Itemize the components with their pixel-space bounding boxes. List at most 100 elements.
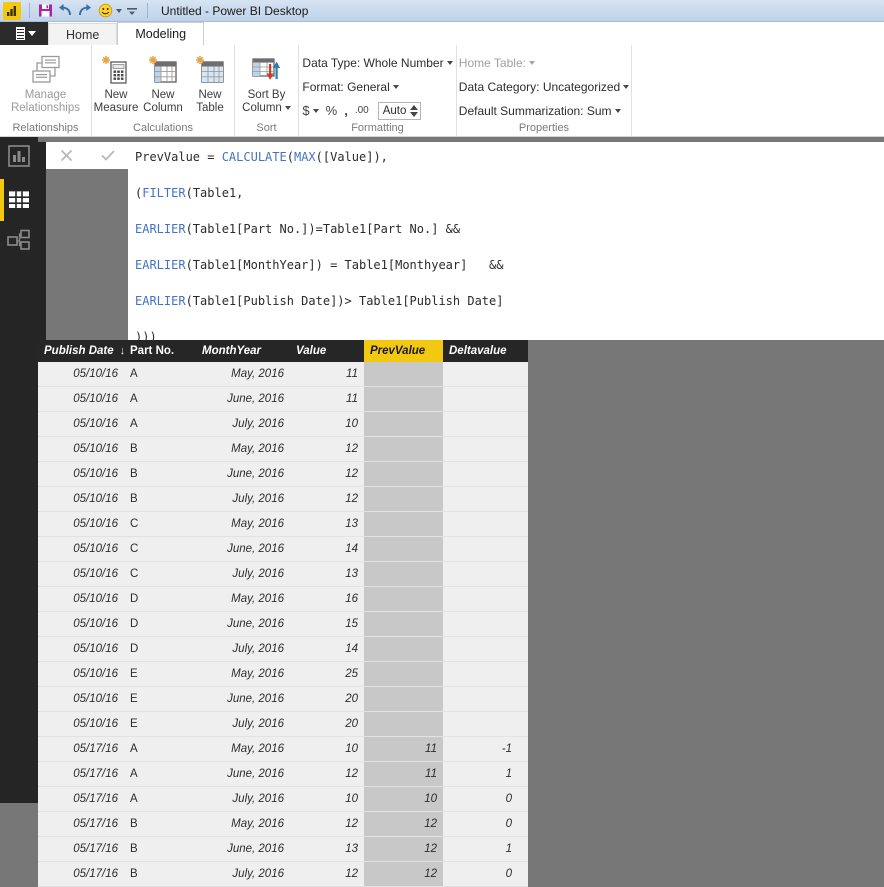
thousands-separator-icon[interactable]: , bbox=[344, 103, 348, 118]
table-row[interactable]: 05/17/16 A June, 2016 12 11 1 bbox=[38, 762, 528, 787]
cell-delta-value[interactable] bbox=[443, 412, 518, 436]
cell-value[interactable]: 13 bbox=[290, 562, 364, 586]
save-icon[interactable] bbox=[35, 1, 55, 20]
cell-prev-value[interactable] bbox=[364, 462, 443, 486]
cell-prev-value[interactable] bbox=[364, 712, 443, 736]
cell-publish-date[interactable]: 05/17/16 bbox=[38, 787, 124, 811]
table-row[interactable]: 05/10/16 A May, 2016 11 bbox=[38, 362, 528, 387]
cell-part-no[interactable]: B bbox=[124, 437, 196, 461]
stepper-arrows[interactable] bbox=[410, 104, 419, 117]
new-table-button[interactable]: New Table bbox=[187, 48, 234, 115]
table-row[interactable]: 05/10/16 B June, 2016 12 bbox=[38, 462, 528, 487]
cell-prev-value[interactable] bbox=[364, 637, 443, 661]
cell-prev-value[interactable] bbox=[364, 512, 443, 536]
cell-value[interactable]: 10 bbox=[290, 412, 364, 436]
cell-value[interactable]: 14 bbox=[290, 637, 364, 661]
feedback-smiley-icon[interactable] bbox=[95, 1, 115, 20]
cell-prev-value[interactable] bbox=[364, 612, 443, 636]
cell-value[interactable]: 10 bbox=[290, 787, 364, 811]
table-row[interactable]: 05/17/16 A July, 2016 10 10 0 bbox=[38, 787, 528, 812]
column-header-month-year[interactable]: MonthYear bbox=[196, 340, 290, 362]
cell-value[interactable]: 15 bbox=[290, 612, 364, 636]
cell-prev-value[interactable] bbox=[364, 437, 443, 461]
column-header-delta-value[interactable]: Deltavalue bbox=[443, 340, 518, 362]
cell-part-no[interactable]: C bbox=[124, 537, 196, 561]
cell-publish-date[interactable]: 05/10/16 bbox=[38, 362, 124, 386]
table-row[interactable]: 05/10/16 C June, 2016 14 bbox=[38, 537, 528, 562]
cell-part-no[interactable]: B bbox=[124, 812, 196, 836]
cell-month-year[interactable]: July, 2016 bbox=[196, 712, 290, 736]
file-menu-button[interactable] bbox=[0, 22, 48, 45]
cell-month-year[interactable]: June, 2016 bbox=[196, 837, 290, 861]
cell-month-year[interactable]: May, 2016 bbox=[196, 812, 290, 836]
cell-delta-value[interactable] bbox=[443, 437, 518, 461]
cell-month-year[interactable]: June, 2016 bbox=[196, 462, 290, 486]
table-row[interactable]: 05/17/16 B June, 2016 13 12 1 bbox=[38, 837, 528, 862]
cell-value[interactable]: 20 bbox=[290, 712, 364, 736]
currency-format-icon[interactable]: $ bbox=[302, 103, 319, 118]
cell-prev-value[interactable]: 11 bbox=[364, 762, 443, 786]
table-row[interactable]: 05/17/16 B July, 2016 12 12 0 bbox=[38, 862, 528, 887]
cell-prev-value[interactable] bbox=[364, 562, 443, 586]
cell-part-no[interactable]: D bbox=[124, 612, 196, 636]
cell-part-no[interactable]: E bbox=[124, 662, 196, 686]
cell-publish-date[interactable]: 05/17/16 bbox=[38, 837, 124, 861]
cell-delta-value[interactable] bbox=[443, 487, 518, 511]
cell-delta-value[interactable] bbox=[443, 687, 518, 711]
cell-month-year[interactable]: May, 2016 bbox=[196, 437, 290, 461]
cell-part-no[interactable]: E bbox=[124, 712, 196, 736]
cell-publish-date[interactable]: 05/10/16 bbox=[38, 687, 124, 711]
decimal-places-stepper[interactable]: Auto bbox=[377, 101, 422, 120]
cell-delta-value[interactable]: 0 bbox=[443, 812, 518, 836]
commit-formula-button[interactable] bbox=[95, 145, 121, 167]
cell-month-year[interactable]: June, 2016 bbox=[196, 687, 290, 711]
cell-part-no[interactable]: B bbox=[124, 862, 196, 886]
cell-delta-value[interactable]: -1 bbox=[443, 737, 518, 761]
cell-prev-value[interactable] bbox=[364, 412, 443, 436]
cell-delta-value[interactable] bbox=[443, 587, 518, 611]
cell-month-year[interactable]: June, 2016 bbox=[196, 612, 290, 636]
cell-delta-value[interactable] bbox=[443, 662, 518, 686]
manage-relationships-button[interactable]: Manage Relationships bbox=[3, 48, 89, 115]
tab-home[interactable]: Home bbox=[48, 23, 118, 45]
cell-publish-date[interactable]: 05/17/16 bbox=[38, 812, 124, 836]
cell-delta-value[interactable] bbox=[443, 612, 518, 636]
cell-delta-value[interactable]: 1 bbox=[443, 837, 518, 861]
cell-month-year[interactable]: May, 2016 bbox=[196, 662, 290, 686]
cell-publish-date[interactable]: 05/10/16 bbox=[38, 662, 124, 686]
data-category-dropdown[interactable]: Data Category: Uncategorized bbox=[459, 76, 630, 97]
cell-publish-date[interactable]: 05/10/16 bbox=[38, 562, 124, 586]
decimal-places-icon[interactable]: .00 bbox=[355, 105, 369, 116]
cell-prev-value[interactable]: 12 bbox=[364, 812, 443, 836]
cell-publish-date[interactable]: 05/17/16 bbox=[38, 762, 124, 786]
cell-part-no[interactable]: A bbox=[124, 362, 196, 386]
cell-publish-date[interactable]: 05/10/16 bbox=[38, 537, 124, 561]
cell-publish-date[interactable]: 05/10/16 bbox=[38, 587, 124, 611]
cell-month-year[interactable]: May, 2016 bbox=[196, 587, 290, 611]
cell-prev-value[interactable] bbox=[364, 537, 443, 561]
cell-part-no[interactable]: D bbox=[124, 587, 196, 611]
cell-prev-value[interactable] bbox=[364, 487, 443, 511]
cell-value[interactable]: 12 bbox=[290, 462, 364, 486]
cell-delta-value[interactable] bbox=[443, 512, 518, 536]
table-row[interactable]: 05/10/16 C May, 2016 13 bbox=[38, 512, 528, 537]
customize-quick-access-toolbar-icon[interactable] bbox=[122, 1, 142, 20]
cell-delta-value[interactable] bbox=[443, 712, 518, 736]
cell-prev-value[interactable] bbox=[364, 662, 443, 686]
cell-month-year[interactable]: July, 2016 bbox=[196, 487, 290, 511]
table-row[interactable]: 05/10/16 A July, 2016 10 bbox=[38, 412, 528, 437]
cell-part-no[interactable]: B bbox=[124, 487, 196, 511]
cell-value[interactable]: 12 bbox=[290, 487, 364, 511]
sort-by-column-button[interactable]: Sort By Column bbox=[237, 48, 297, 115]
table-row[interactable]: 05/17/16 A May, 2016 10 11 -1 bbox=[38, 737, 528, 762]
undo-icon[interactable] bbox=[55, 1, 75, 20]
cell-value[interactable]: 13 bbox=[290, 837, 364, 861]
column-header-value[interactable]: Value bbox=[290, 340, 364, 362]
sidebar-item-report-view[interactable] bbox=[0, 137, 38, 179]
cell-prev-value[interactable]: 12 bbox=[364, 862, 443, 886]
cancel-formula-button[interactable] bbox=[54, 145, 80, 167]
cell-prev-value[interactable] bbox=[364, 687, 443, 711]
cell-month-year[interactable]: July, 2016 bbox=[196, 562, 290, 586]
stepper-up-icon[interactable] bbox=[410, 104, 419, 110]
cell-value[interactable]: 11 bbox=[290, 362, 364, 386]
